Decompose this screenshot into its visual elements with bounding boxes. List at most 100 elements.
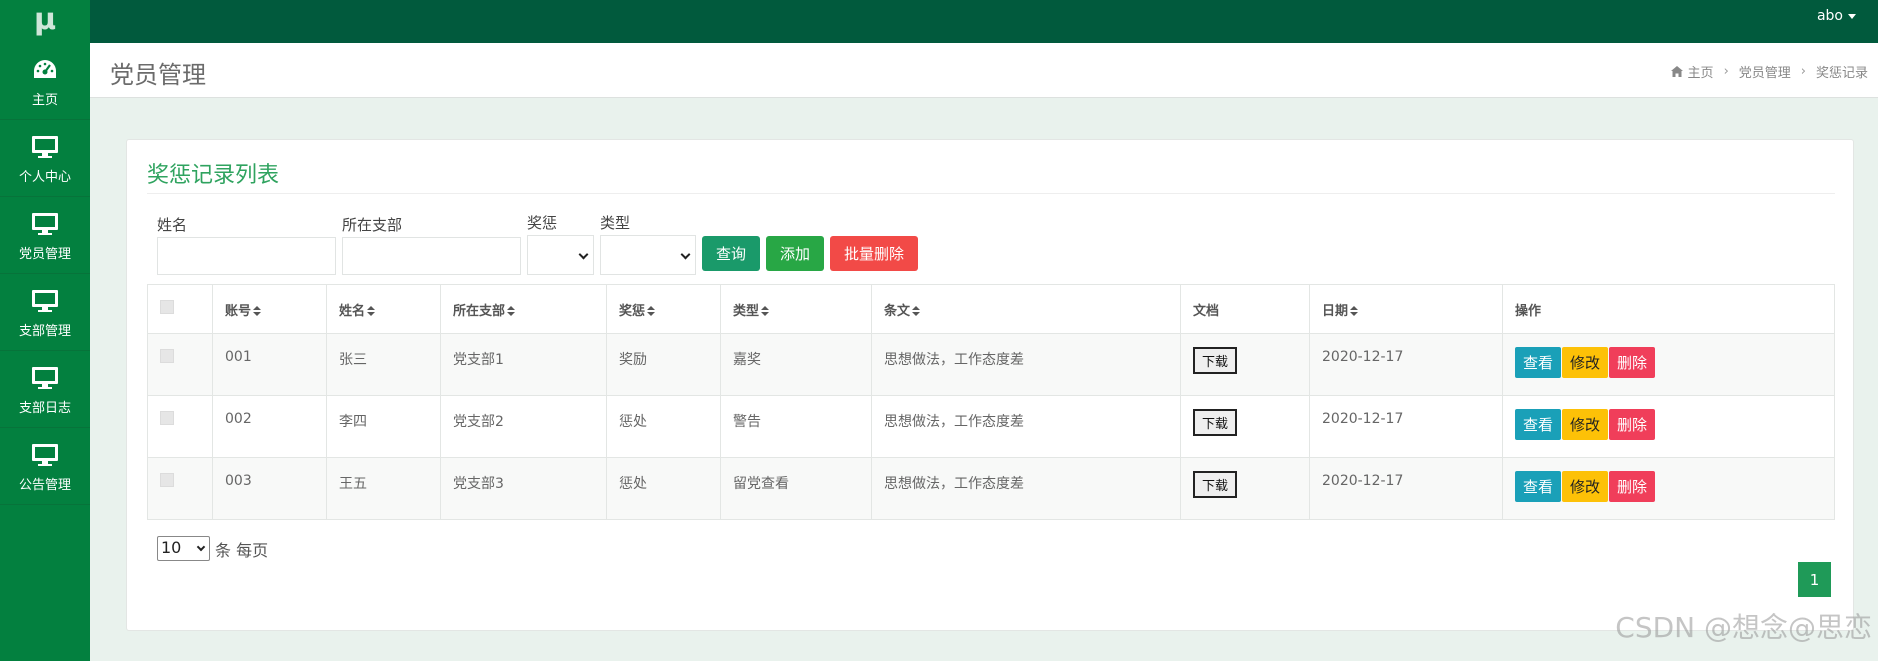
sort-icon xyxy=(761,306,770,316)
edit-button[interactable]: 修改 xyxy=(1562,471,1609,502)
sidebar-item-branches[interactable]: 支部管理 xyxy=(0,274,90,351)
col-account-label: 账号 xyxy=(225,303,252,319)
select-all-cell xyxy=(147,284,213,334)
col-name-label: 姓名 xyxy=(339,303,366,319)
monitor-icon xyxy=(31,209,59,239)
col-clause-label: 条文 xyxy=(884,303,911,319)
page-header: 党员管理 主页 › 党员管理 › 奖惩记录 xyxy=(90,43,1878,98)
view-button[interactable]: 查看 xyxy=(1515,347,1562,378)
col-date[interactable]: 日期 xyxy=(1309,284,1503,334)
row-select-cell xyxy=(147,333,213,396)
sidebar-item-notices[interactable]: 公告管理 xyxy=(0,428,90,505)
sidebar-item-members[interactable]: 党员管理 xyxy=(0,197,90,274)
sidebar-item-label: 主页 xyxy=(31,92,58,108)
col-type-label: 类型 xyxy=(733,303,760,319)
view-button[interactable]: 查看 xyxy=(1515,409,1562,440)
col-branch[interactable]: 所在支部 xyxy=(440,284,607,334)
chevron-down-icon xyxy=(578,249,589,260)
chevron-down-icon xyxy=(196,542,206,552)
cell-clause: 思想做法，工作态度差 xyxy=(871,457,1181,520)
filter-name-label: 姓名 xyxy=(157,216,188,234)
filter-buttons: 查询 添加 批量删除 xyxy=(702,236,924,271)
cell-reward: 惩处 xyxy=(606,457,721,520)
sidebar-item-branch-log[interactable]: 支部日志 xyxy=(0,351,90,428)
dashboard-icon xyxy=(32,55,58,85)
page-size-select[interactable]: 10 xyxy=(157,536,210,561)
cell-account: 001 xyxy=(212,333,327,396)
type-select[interactable] xyxy=(600,235,696,275)
reward-select[interactable] xyxy=(527,235,594,275)
home-icon xyxy=(1670,66,1683,77)
select-all-checkbox[interactable] xyxy=(160,300,174,314)
sidebar-item-label: 支部日志 xyxy=(18,400,71,416)
edit-button[interactable]: 修改 xyxy=(1562,409,1609,440)
download-button[interactable]: 下载 xyxy=(1193,471,1238,498)
edit-button[interactable]: 修改 xyxy=(1562,347,1609,378)
row-select-cell xyxy=(147,395,213,458)
cell-actions: 查看 修改 删除 xyxy=(1502,395,1835,458)
sidebar-item-label: 党员管理 xyxy=(18,246,71,262)
delete-button[interactable]: 删除 xyxy=(1609,471,1656,502)
sidebar: 主页 个人中心 党员管理 支部管理 支部日志 公告管理 xyxy=(0,43,90,661)
row-checkbox[interactable] xyxy=(160,473,174,487)
monitor-icon xyxy=(31,363,59,393)
top-bar: μ abo xyxy=(0,0,1878,43)
download-button[interactable]: 下载 xyxy=(1193,409,1238,436)
breadcrumb-home[interactable]: 主页 xyxy=(1688,62,1714,81)
col-doc-label: 文档 xyxy=(1193,303,1220,319)
sort-icon xyxy=(367,306,376,316)
col-type[interactable]: 类型 xyxy=(720,284,872,334)
logo[interactable]: μ xyxy=(0,0,90,43)
table-row: 001 张三 党支部1 奖励 嘉奖 思想做法，工作态度差 下载 2020-12-… xyxy=(147,333,1835,396)
filter-name-group: 姓名 xyxy=(157,214,336,275)
chevron-down-icon xyxy=(680,249,691,260)
records-card: 奖惩记录列表 姓名 所在支部 奖惩 类型 查询 添加 批量删除 账号 姓名 所在… xyxy=(126,139,1854,631)
col-reward[interactable]: 奖惩 xyxy=(606,284,721,334)
sidebar-item-profile[interactable]: 个人中心 xyxy=(0,120,90,197)
col-clause[interactable]: 条文 xyxy=(871,284,1181,334)
batch-delete-button[interactable]: 批量删除 xyxy=(830,236,919,271)
add-button[interactable]: 添加 xyxy=(766,236,825,271)
page-title: 党员管理 xyxy=(110,61,206,89)
cell-type: 警告 xyxy=(720,395,872,458)
cell-date: 2020-12-17 xyxy=(1309,457,1503,520)
filter-bar: 姓名 所在支部 奖惩 类型 查询 添加 批量删除 xyxy=(157,212,924,275)
view-button[interactable]: 查看 xyxy=(1515,471,1562,502)
row-checkbox[interactable] xyxy=(160,411,174,425)
sort-icon xyxy=(507,306,516,316)
sidebar-item-home[interactable]: 主页 xyxy=(0,43,90,120)
page-number-current[interactable]: 1 xyxy=(1798,562,1831,597)
query-button[interactable]: 查询 xyxy=(702,236,761,271)
user-name: abo xyxy=(1816,8,1843,24)
sort-icon xyxy=(912,306,921,316)
col-date-label: 日期 xyxy=(1322,303,1349,319)
monitor-icon xyxy=(31,132,59,162)
cell-account: 003 xyxy=(212,457,327,520)
download-button[interactable]: 下载 xyxy=(1193,347,1238,374)
col-branch-label: 所在支部 xyxy=(453,303,506,319)
delete-button[interactable]: 删除 xyxy=(1609,347,1656,378)
cell-account: 002 xyxy=(212,395,327,458)
name-input[interactable] xyxy=(157,237,336,275)
branch-input[interactable] xyxy=(342,237,521,275)
divider xyxy=(147,193,1835,194)
col-name[interactable]: 姓名 xyxy=(326,284,441,334)
cell-branch: 党支部1 xyxy=(440,333,607,396)
col-account[interactable]: 账号 xyxy=(212,284,327,334)
row-checkbox[interactable] xyxy=(160,349,174,363)
records-table: 账号 姓名 所在支部 奖惩 类型 条文 文档 日期 操作 001 张三 党支部1… xyxy=(147,284,1835,520)
cell-reward: 惩处 xyxy=(606,395,721,458)
sort-icon xyxy=(253,306,262,316)
watermark: CSDN @想念@思恋 xyxy=(1615,611,1872,644)
breadcrumb-members[interactable]: 党员管理 xyxy=(1739,62,1791,81)
col-actions-label: 操作 xyxy=(1515,303,1542,319)
cell-type: 嘉奖 xyxy=(720,333,872,396)
cell-branch: 党支部3 xyxy=(440,457,607,520)
cell-date: 2020-12-17 xyxy=(1309,395,1503,458)
filter-branch-label: 所在支部 xyxy=(342,216,403,234)
delete-button[interactable]: 删除 xyxy=(1609,409,1656,440)
breadcrumb-current: 奖惩记录 xyxy=(1815,66,1868,81)
cell-name: 王五 xyxy=(326,457,441,520)
user-menu[interactable]: abo xyxy=(1817,8,1856,24)
breadcrumb: 主页 › 党员管理 › 奖惩记录 xyxy=(1670,62,1868,81)
